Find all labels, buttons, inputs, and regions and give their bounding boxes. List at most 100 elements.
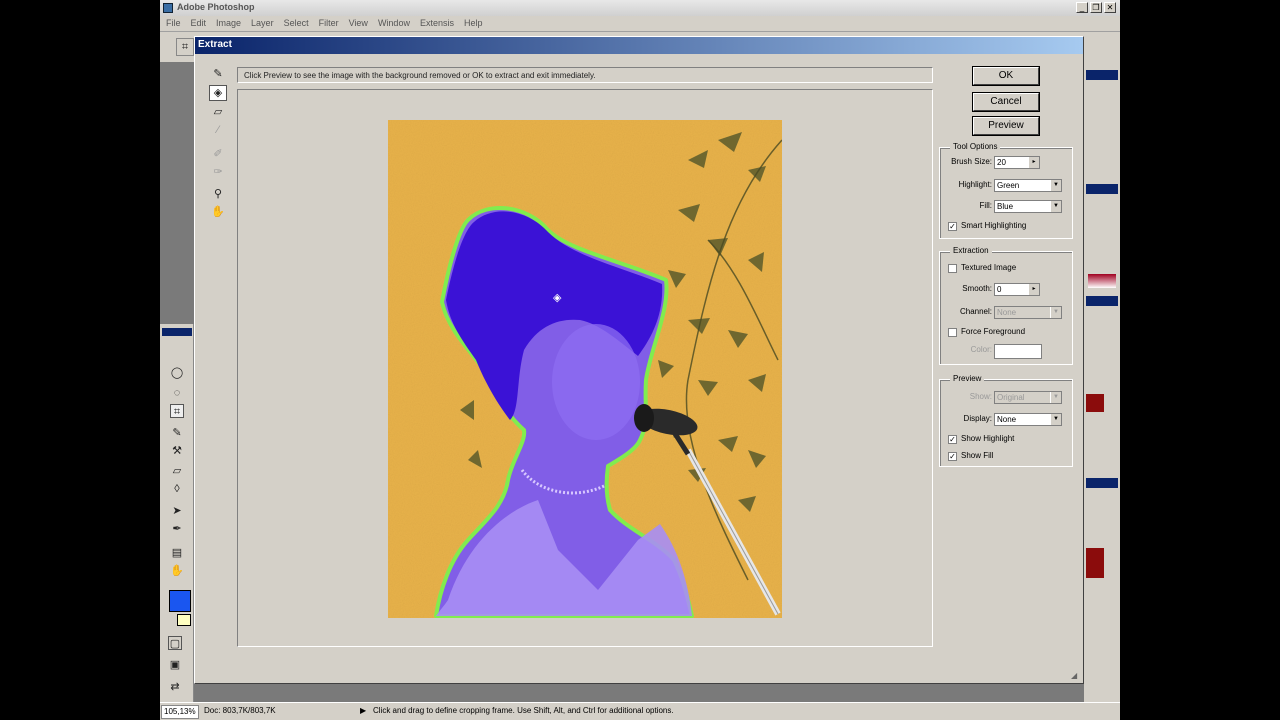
- preview-legend: Preview: [950, 374, 985, 383]
- doc-size: Doc: 803,7K/803,7K: [204, 706, 276, 715]
- brush-size-value: 20: [997, 158, 1006, 167]
- hand-tool-icon[interactable]: ✋: [170, 564, 184, 578]
- hand-icon[interactable]: ✋: [211, 205, 225, 219]
- foreground-color-swatch[interactable]: [169, 590, 191, 612]
- toolbox: ◯ ◌ ⌗ ✎ ⚒ ▱ ◊ ➤ ✒ ▤ ✋ ▢ ▣ ⇄: [160, 324, 194, 704]
- brush-size-field[interactable]: 20 ▸: [994, 156, 1040, 169]
- preview-group: Preview Show: Original ▼ Display: None ▼…: [939, 374, 1073, 467]
- textured-image-label: Textured Image: [961, 263, 1017, 272]
- quick-mask-icon[interactable]: ▢: [168, 636, 182, 650]
- zoom-icon[interactable]: ⚲: [211, 187, 225, 201]
- crop-icon[interactable]: ⌗: [170, 404, 184, 418]
- pen-icon[interactable]: ✒: [170, 522, 184, 536]
- status-hint: Click and drag to define cropping frame.…: [373, 706, 674, 715]
- palettes-strip: [1084, 62, 1120, 702]
- menu-filter[interactable]: Filter: [319, 18, 339, 28]
- menu-layer[interactable]: Layer: [251, 18, 274, 28]
- blur-icon[interactable]: ◊: [170, 482, 184, 496]
- show-fill-checkbox[interactable]: ✓: [948, 452, 957, 461]
- menu-file[interactable]: File: [166, 18, 181, 28]
- extraction-group: Extraction Textured Image Smooth: 0 ▸ Ch…: [939, 246, 1073, 365]
- close-button[interactable]: ✕: [1104, 2, 1116, 13]
- tool-options-legend: Tool Options: [950, 142, 1001, 151]
- brush-icon[interactable]: ✎: [170, 426, 184, 440]
- fill-cursor-icon: ◈: [553, 292, 562, 304]
- background-color-swatch[interactable]: [177, 614, 191, 626]
- menu-extensis[interactable]: Extensis: [420, 18, 454, 28]
- dialog-hint: Click Preview to see the image with the …: [237, 67, 933, 83]
- textured-image-checkbox[interactable]: [948, 264, 957, 273]
- edge-highlighter-icon[interactable]: ✎: [211, 67, 225, 81]
- highlight-select[interactable]: Green ▼: [994, 179, 1062, 192]
- smooth-arrow-icon[interactable]: ▸: [1028, 284, 1039, 295]
- display-select[interactable]: None ▼: [994, 413, 1062, 426]
- swatch-red-2[interactable]: [1086, 548, 1104, 578]
- ok-button[interactable]: OK: [973, 67, 1039, 85]
- resize-grip-icon[interactable]: ◢: [1071, 671, 1081, 681]
- photoshop-logo-icon: [163, 3, 173, 13]
- stamp-icon[interactable]: ⚒: [170, 444, 184, 458]
- polygon-lasso-icon[interactable]: ◌: [170, 386, 184, 400]
- fill-select[interactable]: Blue ▼: [994, 200, 1062, 213]
- cancel-button[interactable]: Cancel: [973, 93, 1039, 111]
- show-fill-label: Show Fill: [961, 451, 994, 460]
- force-foreground-checkbox[interactable]: [948, 328, 957, 337]
- zoom-field[interactable]: 105,13%: [161, 705, 199, 719]
- status-menu-arrow-icon[interactable]: ▶: [360, 706, 366, 715]
- fill-value: Blue: [997, 202, 1014, 211]
- color-label: Color:: [970, 345, 992, 354]
- fill-label: Fill:: [979, 201, 992, 210]
- color-ramp[interactable]: [1088, 274, 1116, 288]
- smooth-label: Smooth:: [962, 284, 992, 293]
- menu-select[interactable]: Select: [284, 18, 309, 28]
- screen-mode-icon[interactable]: ▣: [168, 658, 182, 672]
- swatch-red[interactable]: [1086, 394, 1104, 412]
- highlight-label: Highlight:: [958, 180, 992, 189]
- menu-edit[interactable]: Edit: [191, 18, 207, 28]
- brush-size-arrow-icon[interactable]: ▸: [1028, 157, 1039, 168]
- chevron-down-icon[interactable]: ▼: [1050, 201, 1061, 212]
- smart-highlighting-label: Smart Highlighting: [961, 221, 1027, 230]
- extract-dialog: Extract ✎ ◈ ▱ ⁄ ✐ ✑ ⚲ ✋ Click Preview to…: [194, 36, 1084, 684]
- fill-icon[interactable]: ◈: [209, 85, 227, 101]
- chevron-down-icon[interactable]: ▼: [1050, 180, 1061, 191]
- lasso-icon[interactable]: ◯: [170, 366, 184, 380]
- dialog-title: Extract: [198, 39, 232, 50]
- chevron-down-icon[interactable]: ▼: [1050, 307, 1061, 318]
- menu-view[interactable]: View: [349, 18, 368, 28]
- dialog-title-bar: Extract: [195, 37, 1083, 54]
- chevron-down-icon[interactable]: ▼: [1050, 392, 1061, 403]
- extract-preview-image[interactable]: [388, 120, 782, 618]
- smart-highlighting-checkbox[interactable]: ✓: [948, 222, 957, 231]
- eraser-tool-icon[interactable]: ▱: [170, 464, 184, 478]
- show-select[interactable]: Original ▼: [994, 391, 1062, 404]
- channel-value: None: [997, 308, 1017, 317]
- channel-select[interactable]: None ▼: [994, 306, 1062, 319]
- color-field[interactable]: [994, 344, 1042, 359]
- menu-window[interactable]: Window: [378, 18, 410, 28]
- smooth-value: 0: [997, 285, 1002, 294]
- notes-icon[interactable]: ▤: [170, 546, 184, 560]
- tool-options-group: Tool Options Brush Size: 20 ▸ Highlight:…: [939, 142, 1073, 239]
- palette-title: [1086, 478, 1118, 488]
- eraser-icon[interactable]: ▱: [211, 105, 225, 119]
- show-highlight-checkbox[interactable]: ✓: [948, 435, 957, 444]
- smooth-field[interactable]: 0 ▸: [994, 283, 1040, 296]
- preview-button[interactable]: Preview: [973, 117, 1039, 135]
- force-foreground-label: Force Foreground: [961, 327, 1026, 336]
- jump-to-imageready-icon[interactable]: ⇄: [168, 680, 182, 694]
- menu-help[interactable]: Help: [464, 18, 483, 28]
- path-select-icon[interactable]: ➤: [170, 504, 184, 518]
- eyedropper-icon[interactable]: ⁄: [211, 123, 225, 137]
- preview-area[interactable]: ◈: [237, 89, 933, 647]
- display-value: None: [997, 415, 1017, 424]
- cleanup-icon[interactable]: ✐: [211, 147, 225, 161]
- minimize-button[interactable]: _: [1076, 2, 1088, 13]
- chevron-down-icon[interactable]: ▼: [1050, 414, 1061, 425]
- restore-button[interactable]: ❐: [1090, 2, 1102, 13]
- crop-tool-preset-icon[interactable]: ⌗: [176, 38, 194, 56]
- menu-image[interactable]: Image: [216, 18, 241, 28]
- photoshop-window: Adobe Photoshop _ ❐ ✕ File Edit Image Layer…: [160, 0, 1120, 720]
- brush-size-label: Brush Size:: [951, 157, 992, 166]
- edge-touchup-icon[interactable]: ✑: [211, 165, 225, 179]
